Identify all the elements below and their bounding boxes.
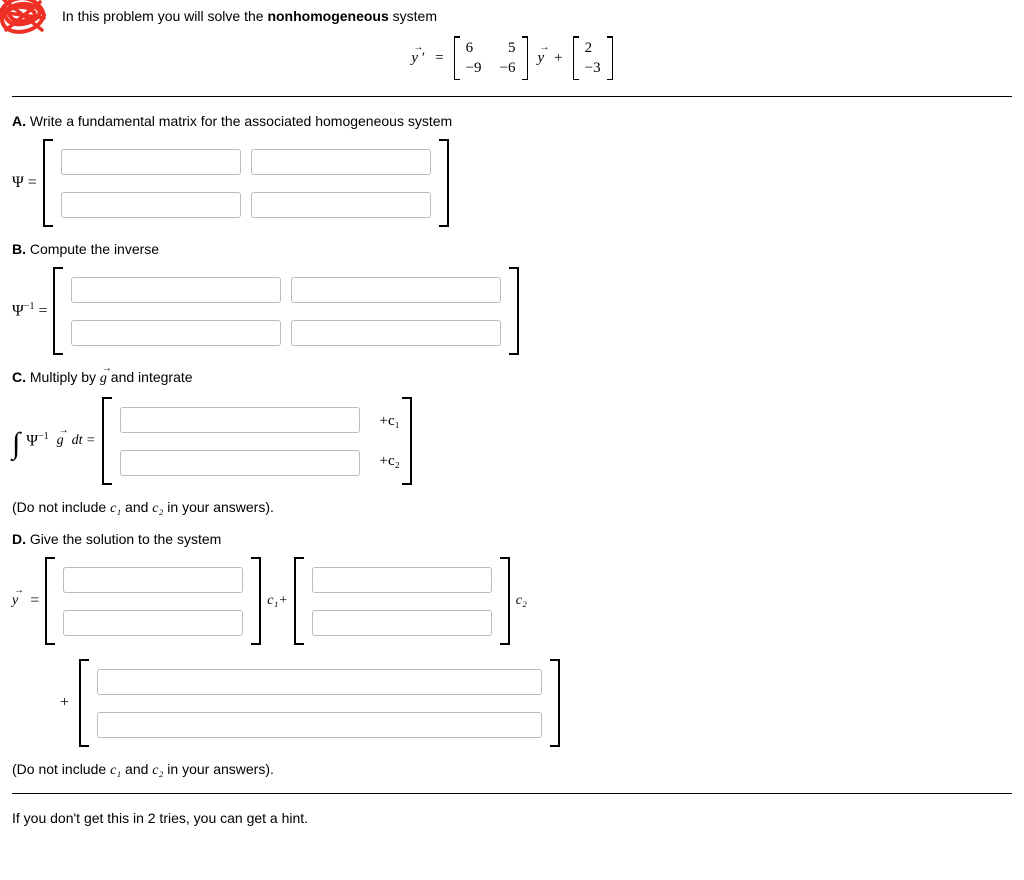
part-b-label: B. Compute the inverse <box>12 241 1012 257</box>
c-input-1[interactable] <box>120 407 360 433</box>
plus-c2-label: +c₂ <box>380 453 400 470</box>
intro-bold: nonhomogeneous <box>267 8 388 24</box>
scribble-annotation <box>0 0 54 40</box>
part-d-answer-line1: →y = c₁+ c₂ <box>12 557 1012 645</box>
part-c-label: C. Multiply by →g and integrate <box>12 369 1012 387</box>
problem-intro: In this problem you will solve the nonho… <box>62 8 1012 24</box>
part-d-answer-line2: + <box>56 659 1012 747</box>
right-bracket-icon <box>251 557 261 645</box>
b-input-12[interactable] <box>291 277 501 303</box>
c1-plus-label: c₁+ <box>267 593 288 609</box>
part-c-note: (Do not include c₁ and c₂ in your answer… <box>12 499 1012 517</box>
system-equation: →y ′ = 65 −9−6 →y + 2 −3 <box>12 36 1012 80</box>
d3-input-1[interactable] <box>97 669 542 695</box>
b-input-21[interactable] <box>71 320 281 346</box>
d2-input-2[interactable] <box>312 610 492 636</box>
a-input-21[interactable] <box>61 192 241 218</box>
d2-input-1[interactable] <box>312 567 492 593</box>
right-bracket-icon <box>402 397 412 485</box>
left-bracket-icon <box>45 557 55 645</box>
left-bracket-icon <box>43 139 53 227</box>
part-b-answer: Ψ−1 = <box>12 267 1012 355</box>
part-d-label: D. Give the solution to the system <box>12 531 1012 547</box>
part-c-answer: ∫ Ψ−1 →g dt = +c₁ +c₂ <box>12 397 1012 485</box>
left-bracket-icon <box>53 267 63 355</box>
hint-text: If you don't get this in 2 tries, you ca… <box>12 810 1012 826</box>
c-input-2[interactable] <box>120 450 360 476</box>
integral-icon: ∫ <box>12 433 20 454</box>
d1-input-1[interactable] <box>63 567 243 593</box>
intro-prefix: In this problem you will solve the <box>62 8 267 24</box>
d1-input-2[interactable] <box>63 610 243 636</box>
left-bracket-icon <box>102 397 112 485</box>
left-bracket-icon <box>79 659 89 747</box>
a-input-11[interactable] <box>61 149 241 175</box>
right-bracket-icon <box>439 139 449 227</box>
a-input-12[interactable] <box>251 149 431 175</box>
b-input-11[interactable] <box>71 277 281 303</box>
plus-label: + <box>60 694 69 712</box>
intro-suffix: system <box>389 8 437 24</box>
divider <box>12 96 1012 97</box>
part-a-answer: Ψ = <box>12 139 1012 227</box>
psi-label: Ψ = <box>12 174 37 192</box>
b-input-22[interactable] <box>291 320 501 346</box>
right-bracket-icon <box>500 557 510 645</box>
part-d-note: (Do not include c₁ and c₂ in your answer… <box>12 761 1012 779</box>
a-input-22[interactable] <box>251 192 431 218</box>
psi-inv-label: Ψ−1 = <box>12 301 47 320</box>
right-bracket-icon <box>550 659 560 747</box>
left-bracket-icon <box>294 557 304 645</box>
d3-input-2[interactable] <box>97 712 542 738</box>
right-bracket-icon <box>509 267 519 355</box>
part-a-label: A. Write a fundamental matrix for the as… <box>12 113 1012 129</box>
c2-label: c₂ <box>516 593 527 609</box>
plus-c1-label: +c₁ <box>380 413 400 430</box>
divider <box>12 793 1012 794</box>
